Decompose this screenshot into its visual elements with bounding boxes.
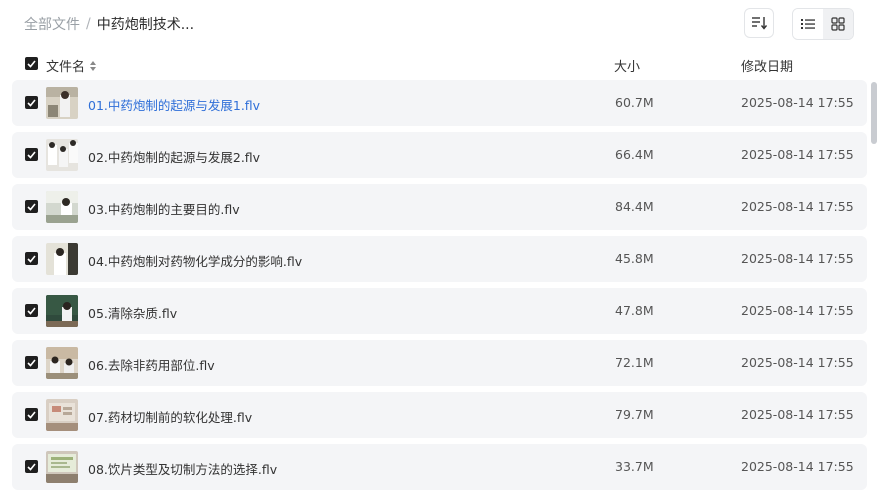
file-date: 2025-08-14 17:55 — [741, 303, 854, 318]
table-header: 文件名 大小 修改日期 — [0, 52, 878, 76]
breadcrumb-current: 中药炮制技术... — [96, 17, 195, 33]
check-icon — [27, 150, 36, 159]
video-thumbnail — [46, 295, 78, 327]
file-date: 2025-08-14 17:55 — [741, 95, 854, 110]
select-all-checkbox[interactable] — [25, 57, 38, 70]
file-size: 33.7M — [615, 459, 654, 474]
file-date: 2025-08-14 17:55 — [741, 459, 854, 474]
file-name[interactable]: 07.药材切制前的软化处理.flv — [88, 407, 252, 426]
breadcrumb-separator: / — [86, 16, 91, 32]
file-row[interactable]: 05.清除杂质.flv 47.8M 2025-08-14 17:55 — [12, 288, 867, 334]
check-icon — [27, 59, 36, 68]
file-name-link[interactable]: 01.中药炮制的起源与发展1.flv — [88, 95, 260, 114]
row-checkbox[interactable] — [25, 200, 38, 213]
video-thumbnail — [46, 347, 78, 379]
video-thumbnail — [46, 87, 78, 119]
column-header-name[interactable]: 文件名 — [46, 56, 97, 75]
breadcrumb-root-link[interactable]: 全部文件 — [24, 14, 80, 34]
file-name[interactable]: 04.中药炮制对药物化学成分的影响.flv — [88, 251, 302, 270]
file-row[interactable]: 06.去除非药用部位.flv 72.1M 2025-08-14 17:55 — [12, 340, 867, 386]
sort-button[interactable] — [744, 8, 774, 38]
file-date: 2025-08-14 17:55 — [741, 355, 854, 370]
check-icon — [27, 462, 36, 471]
view-toggle — [792, 8, 854, 40]
file-row[interactable]: 07.药材切制前的软化处理.flv 79.7M 2025-08-14 17:55 — [12, 392, 867, 438]
row-checkbox[interactable] — [25, 356, 38, 369]
row-checkbox[interactable] — [25, 408, 38, 421]
file-size: 66.4M — [615, 147, 654, 162]
file-name[interactable]: 03.中药炮制的主要目的.flv — [88, 199, 240, 218]
video-thumbnail — [46, 451, 78, 483]
file-name[interactable]: 05.清除杂质.flv — [88, 303, 177, 322]
scrollbar-thumb[interactable] — [871, 82, 877, 144]
file-row[interactable]: 01.中药炮制的起源与发展1.flv 60.7M 2025-08-14 17:5… — [12, 80, 867, 126]
video-thumbnail — [46, 243, 78, 275]
file-row[interactable]: 03.中药炮制的主要目的.flv 84.4M 2025-08-14 17:55 — [12, 184, 867, 230]
check-icon — [27, 358, 36, 367]
file-date: 2025-08-14 17:55 — [741, 251, 854, 266]
row-checkbox[interactable] — [25, 460, 38, 473]
file-name[interactable]: 06.去除非药用部位.flv — [88, 355, 215, 374]
file-size: 84.4M — [615, 199, 654, 214]
list-view-button[interactable] — [793, 9, 823, 39]
file-date: 2025-08-14 17:55 — [741, 199, 854, 214]
check-icon — [27, 202, 36, 211]
file-date: 2025-08-14 17:55 — [741, 147, 854, 162]
file-size: 45.8M — [615, 251, 654, 266]
column-header-name-label: 文件名 — [46, 60, 86, 75]
check-icon — [27, 306, 36, 315]
column-header-size[interactable]: 大小 — [614, 56, 640, 75]
file-size: 72.1M — [615, 355, 654, 370]
file-date: 2025-08-14 17:55 — [741, 407, 854, 422]
video-thumbnail — [46, 139, 78, 171]
video-thumbnail — [46, 399, 78, 431]
grid-view-icon — [831, 17, 845, 31]
file-row[interactable]: 02.中药炮制的起源与发展2.flv 66.4M 2025-08-14 17:5… — [12, 132, 867, 178]
video-thumbnail — [46, 191, 78, 223]
file-row[interactable]: 08.饮片类型及切制方法的选择.flv 33.7M 2025-08-14 17:… — [12, 444, 867, 490]
file-size: 60.7M — [615, 95, 654, 110]
row-checkbox[interactable] — [25, 252, 38, 265]
grid-view-button[interactable] — [823, 9, 853, 39]
file-size: 47.8M — [615, 303, 654, 318]
row-checkbox[interactable] — [25, 148, 38, 161]
check-icon — [27, 98, 36, 107]
row-checkbox[interactable] — [25, 304, 38, 317]
check-icon — [27, 410, 36, 419]
file-size: 79.7M — [615, 407, 654, 422]
row-checkbox[interactable] — [25, 96, 38, 109]
check-icon — [27, 254, 36, 263]
sort-toggle-icon — [90, 60, 97, 71]
sort-icon — [752, 17, 767, 30]
list-view-icon — [801, 19, 815, 29]
file-name[interactable]: 08.饮片类型及切制方法的选择.flv — [88, 459, 277, 478]
breadcrumb: 全部文件 / 中药炮制技术... — [24, 14, 194, 34]
file-row[interactable]: 04.中药炮制对药物化学成分的影响.flv 45.8M 2025-08-14 1… — [12, 236, 867, 282]
file-name[interactable]: 02.中药炮制的起源与发展2.flv — [88, 147, 260, 166]
column-header-date[interactable]: 修改日期 — [741, 56, 793, 75]
